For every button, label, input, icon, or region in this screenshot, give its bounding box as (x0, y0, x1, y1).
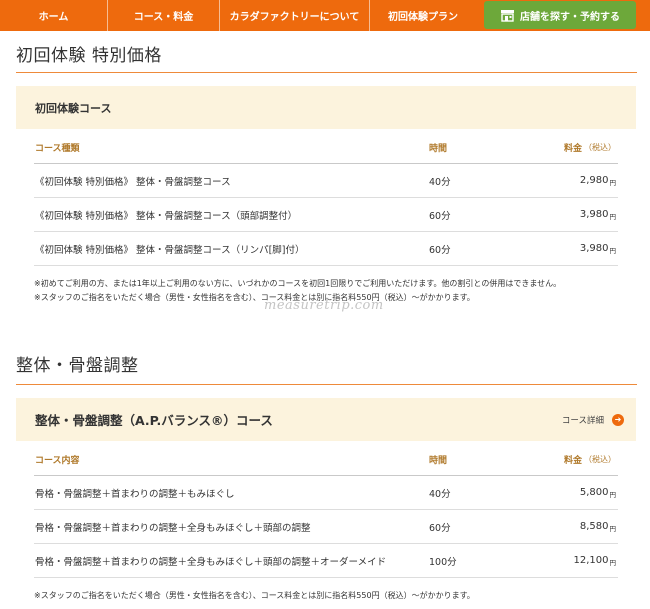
header-course-type: コース種類 (35, 143, 80, 154)
row-price: 2,980 円 (580, 164, 616, 197)
row-course-name: 《初回体験 特別価格》 整体・骨盤調整コース（リンパ[脚]付） (35, 244, 305, 256)
store-icon (501, 9, 514, 22)
row-time: 40分 (429, 176, 451, 188)
row-price: 5,800 円 (580, 476, 616, 509)
section-title-first-trial: 初回体験 特別価格 (16, 46, 162, 66)
price-value: 3,980 (579, 209, 609, 220)
table-row: 《初回体験 特別価格》 整体・骨盤調整コース（頭部調整付） 60分 3,980 円 (34, 198, 618, 232)
price-value: 5,800 (579, 487, 609, 498)
find-store-label: 店舗を探す・予約する (520, 11, 620, 23)
row-price: 8,580 円 (580, 510, 616, 543)
price-value: 8,580 (579, 521, 609, 532)
header-course-content: コース内容 (35, 455, 80, 466)
row-time: 40分 (429, 488, 451, 500)
yen-unit: 円 (609, 246, 617, 255)
table-row: 《初回体験 特別価格》 整体・骨盤調整コース（リンパ[脚]付） 60分 3,98… (34, 232, 618, 266)
nav-home[interactable]: ホーム (0, 0, 108, 31)
row-price: 12,100 円 (574, 544, 617, 577)
course-header-seitai: 整体・骨盤調整（A.P.バランス®）コース コース詳細 ➜ (16, 398, 636, 441)
row-course-name: 骨格・骨盤調整＋首まわりの調整＋全身もみほぐし＋頭部の調整＋オーダーメイド (35, 556, 387, 568)
watermark-text: measuretrip.com (264, 298, 384, 313)
price-value: 2,980 (579, 175, 609, 186)
row-time: 60分 (429, 244, 451, 256)
header-price: 料金 （税込） (564, 443, 616, 475)
arrow-right-icon: ➜ (612, 413, 624, 426)
note-line: ※初めてご利用の方、または1年以上ご利用のない方に、いづれかのコースを初回1回限… (34, 279, 562, 288)
yen-unit: 円 (609, 490, 617, 499)
row-time: 100分 (429, 556, 457, 568)
row-course-name: 骨格・骨盤調整＋首まわりの調整＋全身もみほぐし＋頭部の調整 (35, 522, 311, 534)
row-course-name: 《初回体験 特別価格》 整体・骨盤調整コース（頭部調整付） (35, 210, 298, 222)
section-title-seitai: 整体・骨盤調整 (16, 356, 139, 376)
nav-about[interactable]: カラダファクトリーについて (220, 0, 370, 31)
yen-unit: 円 (609, 178, 617, 187)
table-row: 骨格・骨盤調整＋首まわりの調整＋もみほぐし 40分 5,800 円 (34, 476, 618, 510)
section-divider (16, 384, 637, 385)
header-price-label: 料金 (563, 455, 582, 466)
price-table-seitai: コース内容 時間 料金 （税込） 骨格・骨盤調整＋首まわりの調整＋もみほぐし 40… (34, 443, 618, 578)
price-table-first-trial: コース種類 時間 料金 （税込） 《初回体験 特別価格》 整体・骨盤調整コース 4… (34, 131, 618, 266)
row-price: 3,980 円 (580, 232, 616, 265)
row-time: 60分 (429, 522, 451, 534)
header-time: 時間 (429, 143, 448, 154)
header-price-label: 料金 (563, 143, 582, 154)
notes-seitai: ※スタッフのご指名をいただく場合（男性・女性指名を含む）、コース料金とは別に指名… (34, 589, 475, 603)
row-time: 60分 (429, 210, 451, 222)
nav-courses-prices[interactable]: コース・料金 (108, 0, 220, 31)
yen-unit: 円 (609, 524, 617, 533)
price-value: 12,100 (573, 555, 609, 566)
note-line: ※スタッフのご指名をいただく場合（男性・女性指名を含む）、コース料金とは別に指名… (34, 591, 475, 600)
yen-unit: 円 (609, 212, 617, 221)
table-header: コース種類 時間 料金 （税込） (34, 131, 618, 164)
header-time: 時間 (429, 455, 448, 466)
table-header: コース内容 時間 料金 （税込） (34, 443, 618, 476)
find-store-reserve-button[interactable]: 店舗を探す・予約する (484, 1, 636, 29)
top-navigation: ホーム コース・料金 カラダファクトリーについて 初回体験プラン 店舗を探す・予… (0, 0, 650, 31)
header-price-note: （税込） (584, 142, 616, 152)
table-row: 《初回体験 特別価格》 整体・骨盤調整コース 40分 2,980 円 (34, 164, 618, 198)
nav-first-trial[interactable]: 初回体験プラン (370, 0, 476, 31)
price-value: 3,980 (579, 243, 609, 254)
section-divider (16, 72, 637, 73)
course-header-first-trial: 初回体験コース (16, 86, 636, 129)
row-price: 3,980 円 (580, 198, 616, 231)
table-row: 骨格・骨盤調整＋首まわりの調整＋全身もみほぐし＋頭部の調整＋オーダーメイド 10… (34, 544, 618, 578)
row-course-name: 《初回体験 特別価格》 整体・骨盤調整コース (35, 176, 231, 188)
header-price: 料金 （税込） (564, 131, 616, 163)
row-course-name: 骨格・骨盤調整＋首まわりの調整＋もみほぐし (35, 488, 235, 500)
course-title: 初回体験コース (35, 101, 112, 115)
course-detail-link[interactable]: コース詳細 ➜ (562, 398, 624, 441)
yen-unit: 円 (609, 558, 617, 567)
table-row: 骨格・骨盤調整＋首まわりの調整＋全身もみほぐし＋頭部の調整 60分 8,580 円 (34, 510, 618, 544)
header-price-note: （税込） (584, 454, 616, 464)
course-detail-label: コース詳細 (561, 415, 604, 426)
course-title: 整体・骨盤調整（A.P.バランス®）コース (35, 413, 273, 428)
